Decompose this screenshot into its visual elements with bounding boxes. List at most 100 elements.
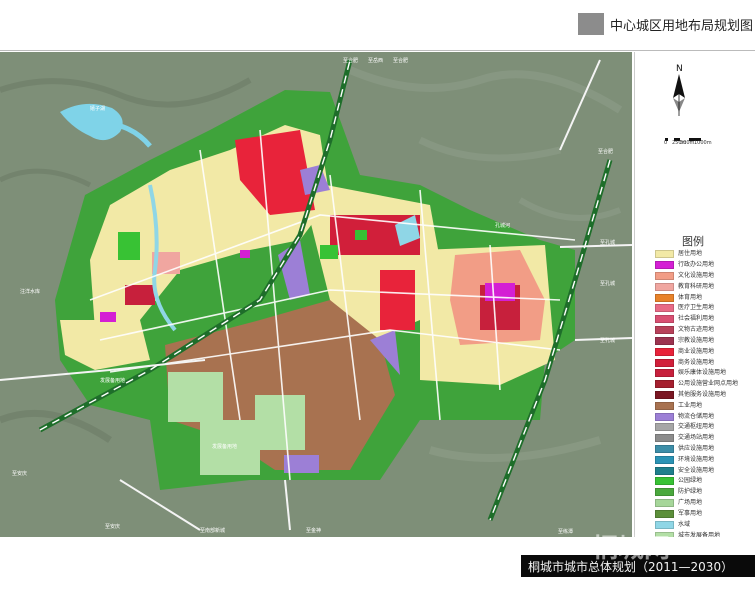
legend-item: 交通场站用地 [655,433,738,444]
top-divider [0,50,755,51]
legend-label: 文物古迹用地 [678,326,715,334]
legend-label: 其他服务设施用地 [678,390,727,398]
legend-swatch [655,455,674,464]
legend-label: 工业用地 [678,401,703,409]
legend-item: 教育科研用地 [655,281,738,292]
scale-label-1000: 1000m [694,140,712,146]
legend-swatch [655,488,674,497]
legend-item: 供应设施用地 [655,444,738,455]
map-label: 发展备用地 [100,377,125,384]
legend-label: 体育用地 [678,293,703,301]
map-label: 至合肥 [598,148,613,155]
map-label: 至孔城 [600,337,615,344]
legend-swatch [655,272,674,281]
map-label: 至孔城 [600,239,615,246]
legend-item: 防护绿地 [655,487,738,498]
legend-label: 宗教设施用地 [678,336,715,344]
legend-swatch [655,282,674,291]
legend-label: 行政办公用地 [678,261,715,269]
legend-item: 公用设施营业网点用地 [655,379,738,390]
map-label: 至练潭 [558,528,573,535]
legend-item: 环境设施用地 [655,454,738,465]
north-label: N [676,64,683,74]
legend-swatch [655,423,674,432]
legend-item: 物流仓储用地 [655,411,738,422]
legend-swatch [655,477,674,486]
legend-swatch [655,401,674,410]
legend-item: 广场用地 [655,498,738,509]
site-watermark: 桐城网 [592,534,671,564]
legend-item: 文化设施用地 [655,271,738,282]
legend-item: 宗教设施用地 [655,336,738,347]
legend-label: 商业设施用地 [678,347,715,355]
legend-item: 文物古迹用地 [655,325,738,336]
legend-label: 教育科研用地 [678,282,715,290]
legend-label: 安全设施用地 [678,466,715,474]
map-label: 至安庆 [12,470,27,477]
legend-swatch [655,499,674,508]
legend-swatch [655,347,674,356]
legend-item: 社会福利用地 [655,314,738,325]
legend-label: 水域 [678,520,691,528]
legend-item: 工业用地 [655,400,738,411]
legend-item: 安全设施用地 [655,465,738,476]
legend-swatch [655,412,674,421]
map-label: 至合肥 [393,57,408,64]
legend-label: 防护绿地 [678,488,703,496]
legend-list: 居住用地 行政办公用地 文化设施用地 教育科研用地 体育用地医疗卫生用地 社会福利用地 文物… [655,249,738,552]
legend-label: 广场用地 [678,499,703,507]
map-label: 至金神 [306,527,321,534]
legend-swatch [655,390,674,399]
legend-item: 商务设施用地 [655,357,738,368]
legend-swatch [655,293,674,302]
legend-swatch [655,315,674,324]
legend-swatch [655,326,674,335]
legend-label: 娱乐康体设施用地 [678,369,727,377]
legend-item: 商业设施用地 [655,346,738,357]
legend-item: 体育用地 [655,292,738,303]
legend-label: 文化设施用地 [678,272,715,280]
map-label: 至合肥 [343,57,358,64]
legend-swatch [655,336,674,345]
map-label: 至安庆 [105,523,120,530]
legend-label: 医疗卫生用地 [678,304,715,312]
legend-item: 交通枢纽用地 [655,422,738,433]
map-title: 中心城区用地布局规划图 [610,18,754,34]
legend-swatch [655,434,674,443]
map-label: 嬉子湖 [90,105,105,112]
legend-swatch [655,250,674,259]
legend-label: 交通枢纽用地 [678,423,715,431]
title-marker [578,13,604,35]
legend-label: 供应设施用地 [678,445,715,453]
legend-swatch [655,261,674,270]
legend-swatch [655,509,674,518]
legend-swatch [655,445,674,454]
legend-swatch [655,304,674,313]
map-label: 孔城河 [495,222,510,229]
legend-swatch [655,369,674,378]
legend-item: 医疗卫生用地 [655,303,738,314]
land-use-map: 至合肥 至岳西 至合肥 至合肥 孔城河 至孔城 至孔城 至孔城 发展备用地 发展… [0,52,632,537]
legend-swatch [655,380,674,389]
map-label: 至南部新城 [200,527,225,534]
legend-label: 公用设施营业网点用地 [678,380,739,388]
legend-label: 军事用地 [678,509,703,517]
legend-item: 公园绿地 [655,476,738,487]
legend-item: 军事用地 [655,509,738,520]
scale-label-500: 500m [680,140,695,146]
legend-label: 交通场站用地 [678,434,715,442]
legend-label: 公园绿地 [678,477,703,485]
map-label: 至孔城 [600,280,615,287]
legend-label: 物流仓储用地 [678,412,715,420]
legend-item: 娱乐康体设施用地 [655,368,738,379]
legend-swatch [655,358,674,367]
scale-label-0: 0 [664,140,668,146]
legend-title: 图例 [682,235,704,248]
legend-swatch [655,466,674,475]
map-label: 发展备用地 [212,443,237,450]
legend-item: 居住用地 [655,249,738,260]
legend-label: 社会福利用地 [678,315,715,323]
map-label: 至岳西 [368,57,383,64]
legend-item: 行政办公用地 [655,260,738,271]
map-title-bar: 中心城区用地布局规划图 [578,12,753,36]
